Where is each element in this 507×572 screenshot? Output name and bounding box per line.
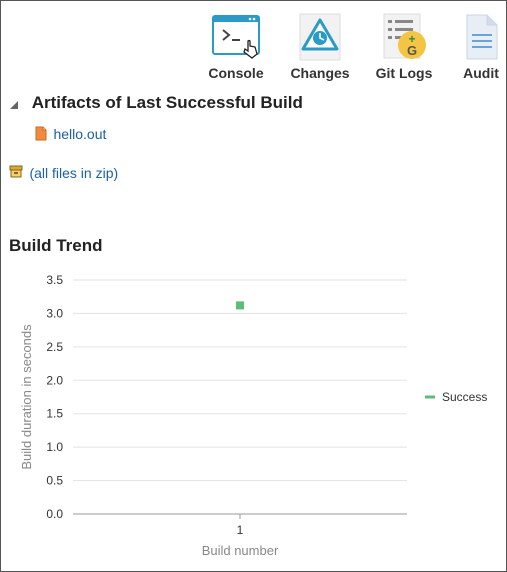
git-logs-label: Git Logs: [375, 65, 433, 81]
svg-text:G: G: [407, 43, 417, 58]
y-tick-label: 1.0: [46, 440, 63, 454]
data-point: [236, 301, 244, 310]
audit-button[interactable]: Audit: [441, 11, 506, 81]
y-tick-label: 2.0: [46, 373, 63, 387]
archive-icon: [9, 165, 23, 178]
audit-icon: [455, 11, 506, 63]
build-page: Console Changes + G Git Logs Audit Artif…: [0, 0, 507, 572]
y-tick-label: 3.0: [46, 306, 63, 320]
y-tick-label: 0.0: [46, 507, 63, 521]
y-axis-title: Build duration in seconds: [19, 324, 34, 470]
file-icon: [35, 126, 47, 141]
legend-label: Success: [442, 390, 487, 404]
audit-label: Audit: [463, 65, 499, 81]
git-logs-button[interactable]: + G Git Logs: [364, 11, 444, 81]
y-tick-label: 1.5: [46, 407, 63, 421]
zip-download-link[interactable]: (all files in zip): [29, 165, 118, 181]
x-tick-label: 1: [237, 523, 244, 537]
artifacts-header[interactable]: Artifacts of Last Successful Build: [9, 93, 303, 113]
artifacts-title: Artifacts of Last Successful Build: [31, 93, 303, 112]
changes-button[interactable]: Changes: [280, 11, 360, 81]
artifact-file-item[interactable]: hello.out: [35, 126, 106, 144]
y-tick-label: 3.5: [46, 273, 63, 287]
changes-icon: [294, 11, 346, 63]
y-tick-label: 0.5: [46, 474, 63, 488]
artifact-file-link[interactable]: hello.out: [53, 126, 106, 142]
build-trend-chart: 0.0 0.5 1.0 1.5 2.0 2.5 3.0 3.5 1 Build number Bui…: [19, 273, 487, 558]
build-trend-title: Build Trend: [9, 236, 103, 255]
x-axis-title: Build number: [202, 543, 279, 558]
zip-download-item[interactable]: (all files in zip): [9, 164, 118, 183]
console-button[interactable]: Console: [196, 11, 276, 81]
y-tick-label: 2.5: [46, 340, 63, 354]
changes-label: Changes: [290, 65, 350, 81]
git-logs-icon: + G: [378, 11, 430, 63]
console-label: Console: [208, 65, 264, 81]
console-icon: [210, 11, 262, 63]
